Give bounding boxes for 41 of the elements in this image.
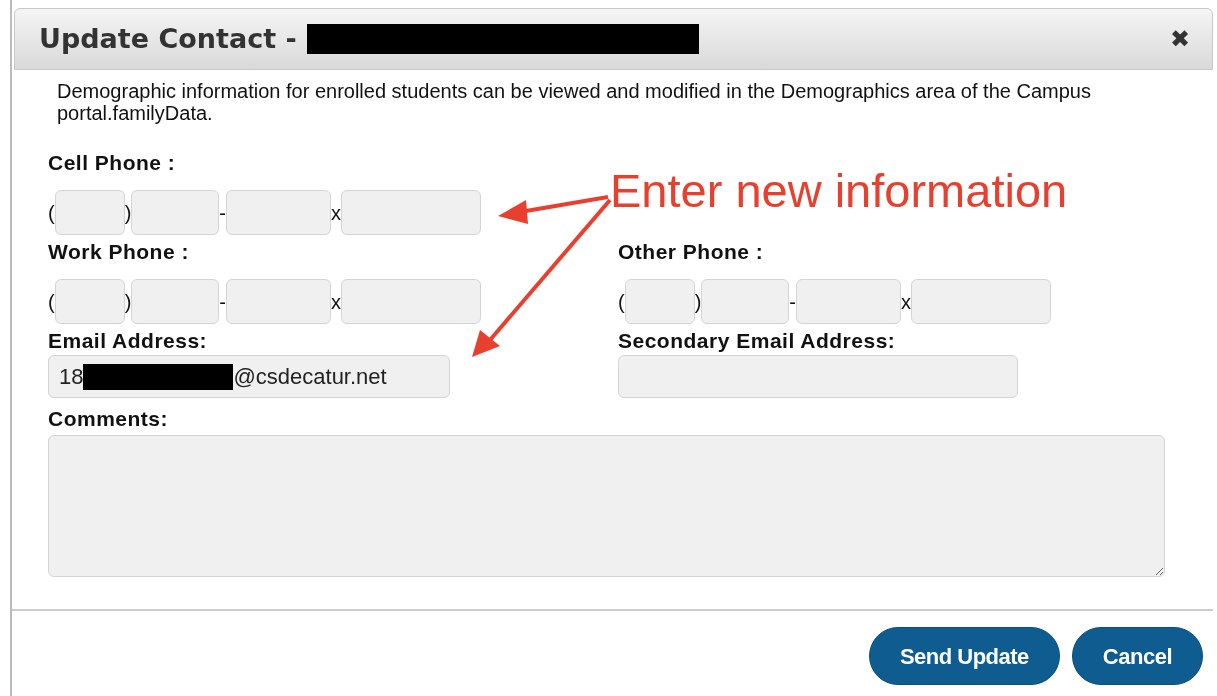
field-label: Work Phone : [48,241,190,263]
send-update-button[interactable]: Send Update [868,627,1060,685]
phone-separator: - [219,201,226,224]
annotation-text: Enter new information [610,166,1068,216]
phone-input[interactable] [54,279,125,324]
field-label: Cell Phone : [48,152,177,174]
phone-separator: x [901,290,911,313]
phone-separator: ) [124,290,132,313]
phone-separator: ( [618,290,625,313]
dialog-title: Update Contact - [39,21,297,56]
email-field[interactable]: 18 @csdecatur.net [48,355,450,398]
phone-separator: ) [124,201,132,224]
phone-input[interactable] [624,279,695,324]
phone-separator: - [219,290,226,313]
phone-separator: ) [694,290,702,313]
phone-separator: ( [48,201,55,224]
phone-input[interactable] [226,190,331,235]
phone-input[interactable] [131,279,220,324]
phone-input[interactable] [341,190,481,235]
phone-input[interactable] [701,279,790,324]
phone-input[interactable] [54,190,125,235]
field-label: Other Phone : [618,241,765,263]
description-text: Demographic information for enrolled students can be viewed and modified in the Demographics area of the Campus portal.familyData. [56,80,1092,124]
email-value-end: @csdecatur.net [233,363,387,391]
email-value-start: 18 [59,363,84,391]
phone-input[interactable] [911,279,1051,324]
phone-input[interactable] [796,279,901,324]
close-button[interactable]: ✖ [1170,21,1190,57]
field-label: Comments: [48,408,169,430]
comments-field[interactable] [48,435,1165,577]
phone-separator: - [789,290,796,313]
field-label: Email Address: [48,330,209,352]
secondary-email-field[interactable] [618,355,1018,398]
phone-separator: ( [48,290,55,313]
phone-input[interactable] [226,279,331,324]
phone-separator: x [331,290,341,313]
phone-separator: x [331,201,341,224]
cancel-button[interactable]: Cancel [1071,627,1203,685]
phone-input[interactable] [131,190,220,235]
field-label: Secondary Email Address: [618,330,897,352]
phone-input[interactable] [341,279,481,324]
